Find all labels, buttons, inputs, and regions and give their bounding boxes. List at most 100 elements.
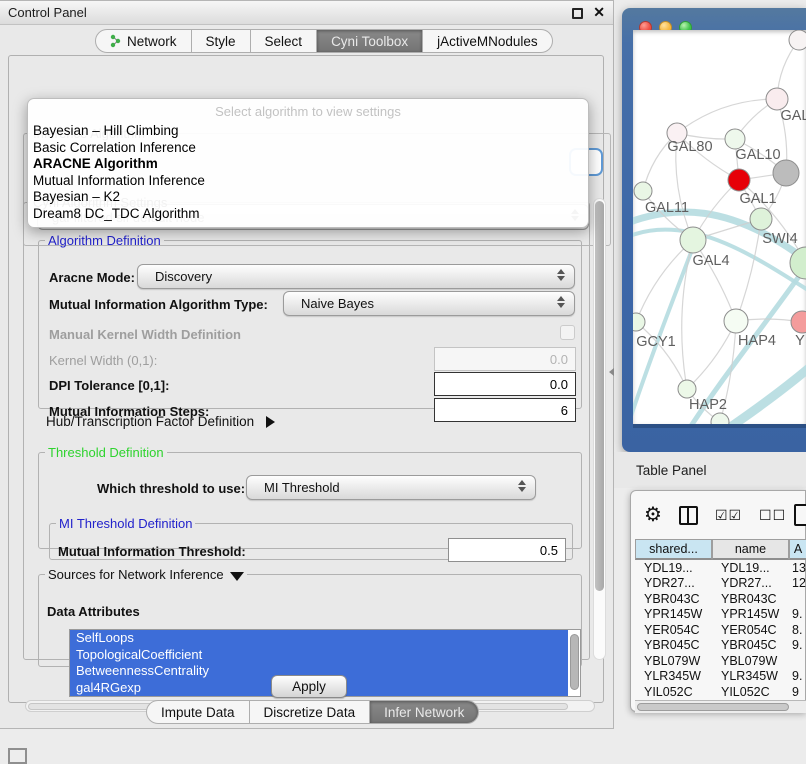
column-header-name[interactable]: name xyxy=(712,539,789,560)
mi-threshold-field[interactable] xyxy=(448,538,566,562)
tab-cyni-toolbox[interactable]: Cyni Toolbox xyxy=(317,29,423,53)
column-header-shared-name[interactable]: shared... xyxy=(635,539,712,560)
gear-icon[interactable]: ⚙ xyxy=(644,505,662,525)
table-cell: 9. xyxy=(789,669,806,685)
table-row[interactable]: YDL19...YDL19...13 xyxy=(635,560,806,576)
table-horizontal-scrollbar[interactable] xyxy=(635,700,806,713)
aracne-mode-combo[interactable]: Discovery xyxy=(137,264,575,289)
tab-infer-network[interactable]: Infer Network xyxy=(370,700,479,724)
table-row[interactable]: YER054CYER054C8. xyxy=(635,622,806,638)
table-panel-header: Table Panel xyxy=(614,452,806,488)
network-edge xyxy=(687,321,736,389)
table-row[interactable]: YBR043CYBR043C xyxy=(635,591,806,607)
dpi-tolerance-label: DPI Tolerance [0,1]: xyxy=(49,378,169,393)
tab-label: Impute Data xyxy=(161,705,235,720)
scrollbar-thumb[interactable] xyxy=(637,703,789,711)
control-panel-window: Control Panel ✕ Network Style Select Cyn… xyxy=(0,0,614,729)
table-cell xyxy=(789,591,806,607)
tab-label: Select xyxy=(265,34,303,49)
table-row[interactable]: YIL052CYIL052C9 xyxy=(635,684,806,700)
network-view-window: GALGAL80GAL10GAL11GAL1SWI4GAL4GCY1HAP4YH… xyxy=(622,8,806,452)
export-table-icon[interactable] xyxy=(794,504,806,526)
tab-network[interactable]: Network xyxy=(95,29,192,53)
network-node[interactable] xyxy=(728,169,750,191)
sources-group: Sources for Network Inference Data Attri… xyxy=(38,567,582,667)
table-panel-window: ⚙ ☑☑ ☐☐ shared... name A YDL19...YDL19..… xyxy=(630,490,806,712)
network-node-gal4[interactable] xyxy=(680,227,706,253)
splitter-collapse-icon[interactable] xyxy=(609,368,614,376)
mi-type-value: Naive Bayes xyxy=(301,296,374,311)
dropdown-item-selected[interactable]: ARACNE Algorithm xyxy=(28,156,588,173)
hub-definition-expander[interactable]: Hub/Transcription Factor Definition xyxy=(46,414,275,429)
deselect-all-icon[interactable]: ☐☐ xyxy=(759,507,786,524)
close-icon[interactable]: ✕ xyxy=(593,4,605,21)
columns-icon[interactable] xyxy=(679,506,698,525)
control-panel-titlebar: Control Panel ✕ xyxy=(0,1,613,25)
node-attribute-table: shared... name A YDL19...YDL19...13YDR27… xyxy=(635,539,806,700)
list-scrollbar-thumb[interactable] xyxy=(570,634,579,690)
stepper-icon xyxy=(557,269,565,281)
network-node-gal10[interactable] xyxy=(725,129,745,149)
float-window-icon[interactable] xyxy=(572,8,583,19)
dpi-tolerance-field[interactable] xyxy=(434,372,576,396)
dropdown-item[interactable]: Dream8 DC_TDC Algorithm xyxy=(28,206,588,223)
tab-label: Style xyxy=(206,34,236,49)
network-node-gal[interactable] xyxy=(766,88,788,110)
which-threshold-combo[interactable]: MI Threshold xyxy=(246,475,536,500)
stepper-icon xyxy=(557,296,565,308)
dropdown-item[interactable]: Mutual Information Inference xyxy=(28,173,588,190)
table-cell: YDR27... xyxy=(712,576,789,592)
table-row[interactable]: YBL079WYBL079W xyxy=(635,653,806,669)
mi-type-combo[interactable]: Naive Bayes xyxy=(283,291,575,316)
mi-steps-field[interactable] xyxy=(434,398,576,422)
stepper-icon xyxy=(518,480,526,492)
dropdown-item[interactable]: Bayesian – K2 xyxy=(28,189,588,206)
column-header-partial[interactable]: A xyxy=(789,539,806,560)
tab-select[interactable]: Select xyxy=(251,29,318,53)
apply-button[interactable]: Apply xyxy=(271,675,347,698)
network-node-label: HAP4 xyxy=(738,333,776,349)
network-node-gal1[interactable] xyxy=(750,208,772,230)
table-toolbar: ⚙ ☑☑ ☐☐ xyxy=(631,491,805,539)
tab-label: Infer Network xyxy=(384,705,464,720)
tab-jactivemnodules[interactable]: jActiveMNodules xyxy=(423,29,553,53)
table-cell: 12 xyxy=(789,576,806,592)
scrollbar-thumb[interactable] xyxy=(595,201,604,591)
attribute-item-selected[interactable]: SelfLoops xyxy=(70,630,568,647)
algorithm-definition-group: Algorithm Definition Aracne Mode: Discov… xyxy=(38,233,582,409)
table-cell: YBR045C xyxy=(712,638,789,654)
network-node[interactable] xyxy=(711,413,729,424)
table-row[interactable]: YDR27...YDR27...12 xyxy=(635,576,806,592)
select-all-icon[interactable]: ☑☑ xyxy=(715,507,742,524)
network-node-label: GAL80 xyxy=(667,139,712,155)
tab-label: Cyni Toolbox xyxy=(331,34,408,49)
manual-kernel-checkbox[interactable] xyxy=(560,325,575,340)
network-canvas[interactable]: GALGAL80GAL10GAL11GAL1SWI4GAL4GCY1HAP4YH… xyxy=(633,30,806,424)
tab-discretize-data[interactable]: Discretize Data xyxy=(250,700,371,724)
settings-vertical-scrollbar[interactable] xyxy=(593,198,606,660)
network-node[interactable] xyxy=(789,30,806,50)
attribute-item-selected[interactable]: TopologicalCoefficient xyxy=(70,647,568,664)
mi-threshold-definition-title: MI Threshold Definition xyxy=(56,516,195,531)
table-row[interactable]: YPR145WYPR145W9. xyxy=(635,607,806,623)
network-node-y[interactable] xyxy=(791,311,806,333)
dropdown-item[interactable]: Basic Correlation Inference xyxy=(28,140,588,157)
tab-impute-data[interactable]: Impute Data xyxy=(146,700,250,724)
collapse-expanded-icon xyxy=(230,572,244,581)
network-node-gal11[interactable] xyxy=(634,182,652,200)
table-row[interactable]: YBR045CYBR045C9. xyxy=(635,638,806,654)
network-node-label: HAP2 xyxy=(689,397,727,413)
kernel-width-field[interactable] xyxy=(434,347,576,371)
table-row[interactable]: YLR345WYLR345W9. xyxy=(635,669,806,685)
algorithm-definition-title: Algorithm Definition xyxy=(45,233,164,248)
tab-label: Network xyxy=(127,34,177,49)
sources-title[interactable]: Sources for Network Inference xyxy=(45,567,247,582)
network-node[interactable] xyxy=(773,160,799,186)
table-cell: 9. xyxy=(789,638,806,654)
network-node-hap4[interactable] xyxy=(724,309,748,333)
tab-style[interactable]: Style xyxy=(192,29,251,53)
dropdown-item[interactable]: Bayesian – Hill Climbing xyxy=(28,123,588,140)
aracne-mode-value: Discovery xyxy=(155,269,212,284)
expand-collapsed-icon xyxy=(266,416,275,428)
network-node-hap2[interactable] xyxy=(678,380,696,398)
